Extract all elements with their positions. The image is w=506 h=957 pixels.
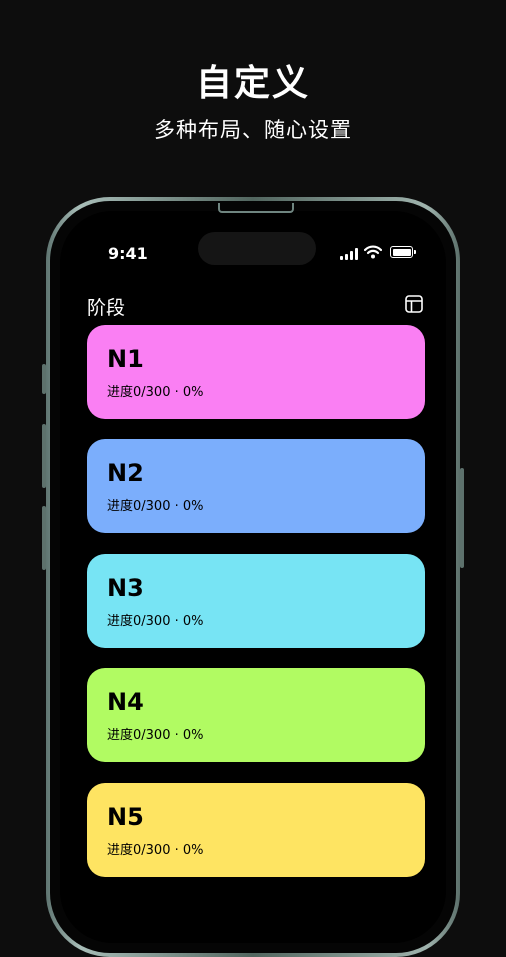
phone-speaker-slot <box>218 203 294 213</box>
stage-progress: 进度0/300 · 0% <box>107 499 204 514</box>
phone-bezel: 9:41 阶段 N1 进度0/300 · 0% N2 进度0/300 · 0% … <box>50 201 456 953</box>
page-title: 阶段 <box>87 297 126 319</box>
stage-name: N5 <box>107 803 144 831</box>
layout-icon[interactable] <box>405 295 423 313</box>
hero-title: 自定义 <box>195 63 310 104</box>
stage-name: N3 <box>107 574 144 602</box>
hero-subtitle: 多种布局、随心设置 <box>154 118 352 142</box>
battery-icon <box>390 246 416 258</box>
stage-card-n5[interactable]: N5 进度0/300 · 0% <box>87 783 425 877</box>
phone-power-button <box>460 468 464 568</box>
stage-name: N4 <box>107 688 144 716</box>
signal-icon <box>340 248 358 260</box>
stage-progress: 进度0/300 · 0% <box>107 728 204 743</box>
stage-progress: 进度0/300 · 0% <box>107 385 204 400</box>
wifi-icon <box>364 245 382 259</box>
stage-card-n1[interactable]: N1 进度0/300 · 0% <box>87 325 425 419</box>
stage-name: N2 <box>107 459 144 487</box>
stage-progress: 进度0/300 · 0% <box>107 843 204 858</box>
status-time: 9:41 <box>108 244 148 263</box>
phone-screen: 9:41 阶段 N1 进度0/300 · 0% N2 进度0/300 · 0% … <box>60 211 446 943</box>
stage-progress: 进度0/300 · 0% <box>107 614 204 629</box>
stage-card-n4[interactable]: N4 进度0/300 · 0% <box>87 668 425 762</box>
phone-frame: 9:41 阶段 N1 进度0/300 · 0% N2 进度0/300 · 0% … <box>46 197 460 957</box>
stage-name: N1 <box>107 345 144 373</box>
dynamic-island <box>198 232 316 265</box>
stage-card-n3[interactable]: N3 进度0/300 · 0% <box>87 554 425 648</box>
stage-card-n2[interactable]: N2 进度0/300 · 0% <box>87 439 425 533</box>
